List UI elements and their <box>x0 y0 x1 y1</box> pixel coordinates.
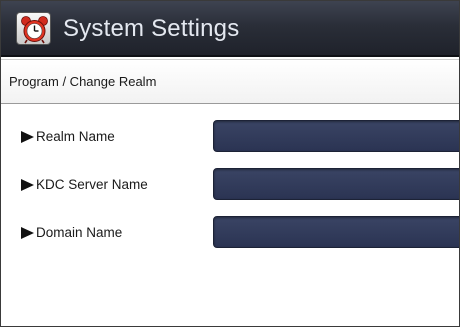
kdc-server-name-label-text: KDC Server Name <box>36 177 148 192</box>
triangle-right-icon <box>21 226 34 239</box>
window-title: System Settings <box>63 15 240 42</box>
realm-name-label-text: Realm Name <box>36 129 115 144</box>
kdc-server-name-label: KDC Server Name <box>21 177 148 192</box>
domain-name-label: Domain Name <box>21 225 122 240</box>
triangle-right-icon <box>21 130 34 143</box>
title-bar: System Settings <box>1 1 459 57</box>
breadcrumb: Program / Change Realm <box>9 74 157 89</box>
domain-name-field[interactable] <box>213 216 459 248</box>
screen: System Settings Program / Change Realm R… <box>0 0 460 327</box>
domain-name-label-text: Domain Name <box>36 225 123 240</box>
realm-name-label: Realm Name <box>21 129 115 144</box>
kdc-server-name-field[interactable] <box>213 168 459 200</box>
alarm-clock-icon <box>16 12 51 45</box>
triangle-right-icon <box>21 178 34 191</box>
breadcrumb-bar: Program / Change Realm <box>1 59 459 104</box>
realm-name-field[interactable] <box>213 120 459 152</box>
